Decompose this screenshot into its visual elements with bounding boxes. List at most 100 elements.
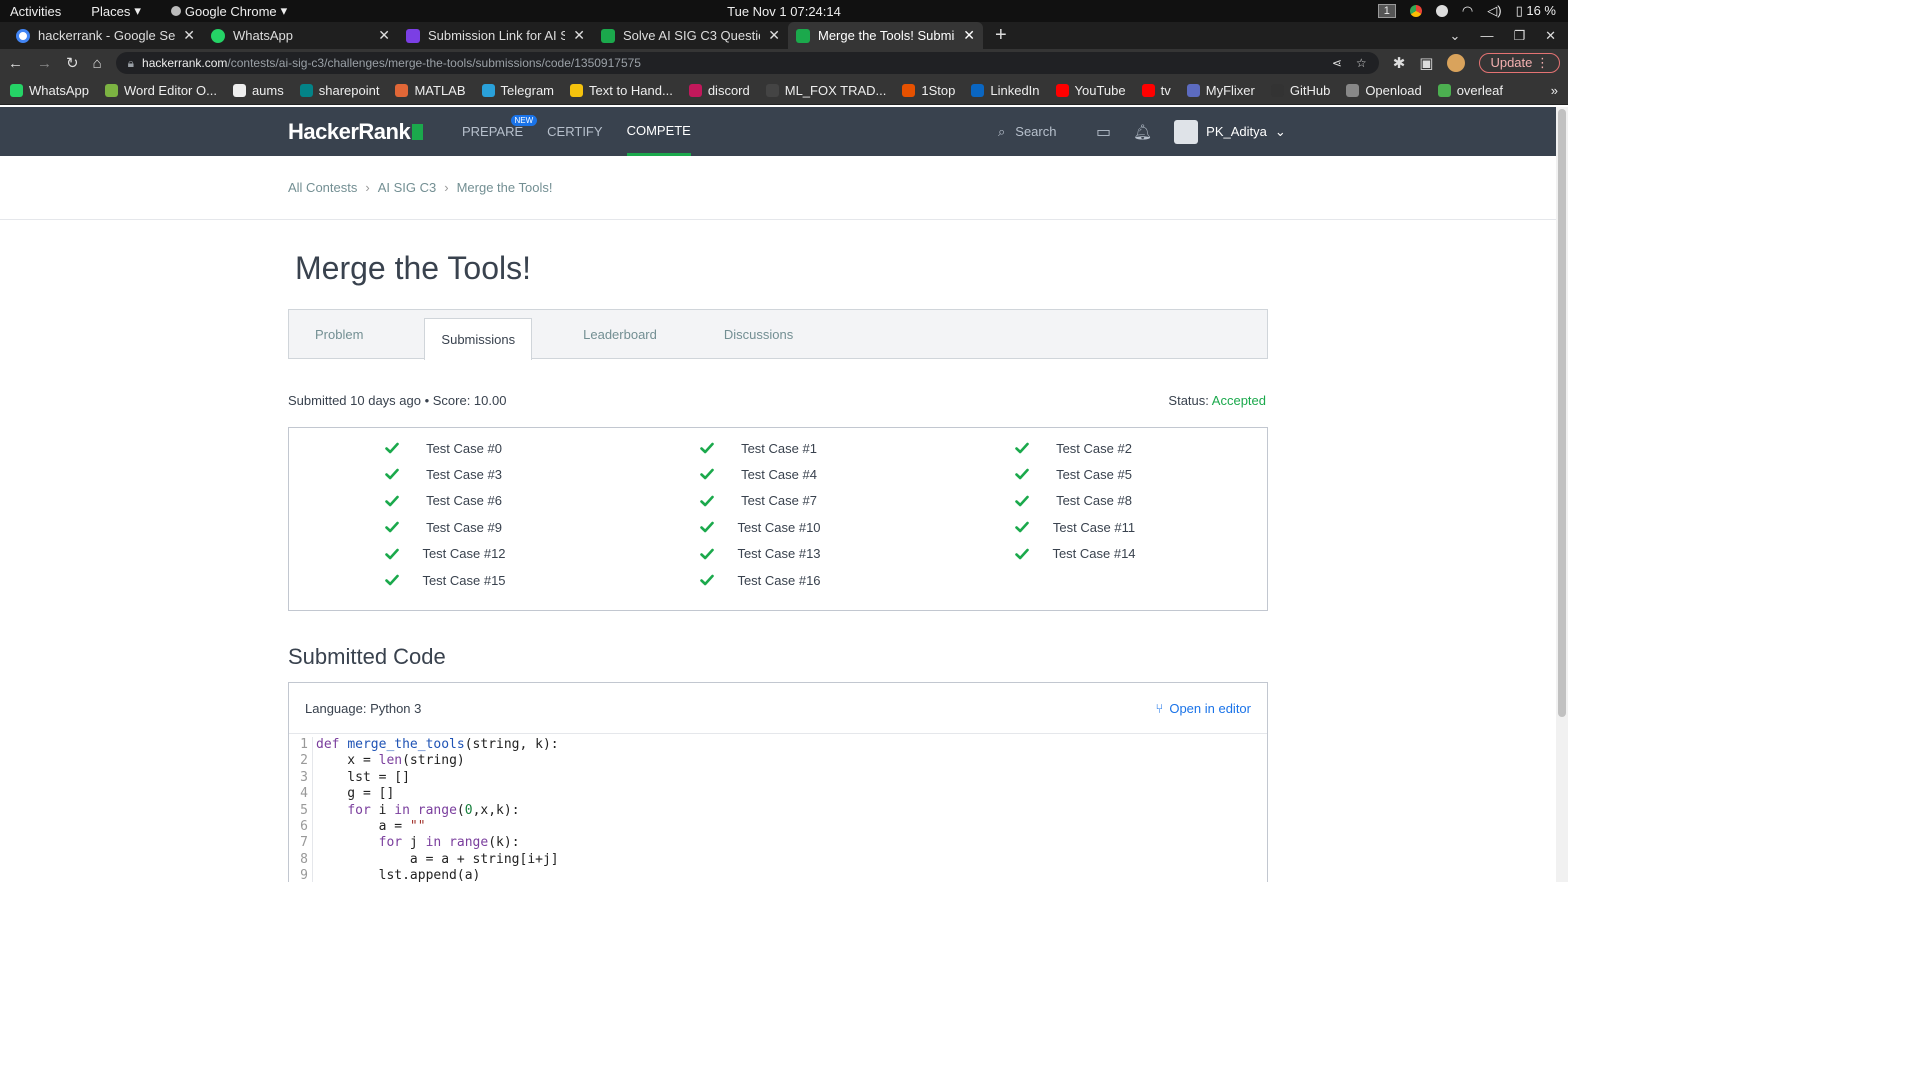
check-icon — [1015, 495, 1029, 507]
search-icon: ⌕ — [998, 123, 1006, 139]
tab-leaderboard[interactable]: Leaderboard — [567, 310, 673, 359]
close-icon[interactable]: ✕ — [768, 27, 780, 44]
bookmark-favicon-icon — [481, 84, 495, 97]
code-text: a = "" — [316, 819, 426, 835]
breadcrumb-challenge[interactable]: Merge the Tools! — [457, 180, 553, 195]
user-menu[interactable]: PK_Aditya ⌄ — [1174, 119, 1286, 144]
close-icon[interactable]: ✕ — [573, 27, 585, 44]
bookmark-favicon-icon — [1055, 84, 1069, 97]
code-line: 9 lst.append(a) — [289, 868, 1267, 882]
settings-tray-icon[interactable] — [1435, 5, 1448, 17]
bookmark-item[interactable]: Openload — [1346, 83, 1422, 98]
bookmark-item[interactable]: Telegram — [481, 83, 554, 98]
close-icon[interactable]: ✕ — [963, 27, 975, 44]
battery-status[interactable]: ▯ 16 % — [1516, 3, 1556, 19]
reload-icon[interactable]: ↻ — [66, 54, 79, 72]
chrome-icon — [170, 6, 181, 16]
places-menu[interactable]: Places ▾ — [91, 3, 141, 19]
bookmark-item[interactable]: Text to Hand... — [570, 83, 673, 98]
update-button[interactable]: Update ⋮ — [1479, 53, 1560, 73]
url-bar[interactable]: 🔒︎ hackerrank.com/contests/ai-sig-c3/cha… — [115, 52, 1379, 74]
code-viewer[interactable]: 1 def merge_the_tools(string, k): 2 x = le… — [289, 734, 1267, 882]
profile-avatar[interactable] — [1447, 54, 1466, 72]
bookmark-item[interactable]: Word Editor O... — [104, 83, 217, 98]
hackerrank-logo[interactable]: HackerRank — [288, 119, 424, 145]
extensions-icon[interactable]: ✱ — [1393, 54, 1406, 72]
side-panel-icon[interactable]: ▣ — [1419, 54, 1433, 72]
bookmark-item[interactable]: ML_FOX TRAD... — [765, 83, 886, 98]
bookmark-item[interactable]: YouTube — [1055, 83, 1126, 98]
bookmark-item[interactable]: discord — [688, 83, 750, 98]
code-text: lst = [] — [316, 769, 410, 785]
bookmark-item[interactable]: overleaf — [1437, 83, 1503, 98]
bookmark-favicon-icon — [1186, 84, 1200, 97]
bookmark-favicon-icon — [1141, 84, 1155, 97]
open-in-editor-link[interactable]: ⑂ Open in editor — [1156, 701, 1251, 716]
app-menu[interactable]: Google Chrome ▾ — [170, 3, 287, 19]
nav-compete[interactable]: COMPETE — [626, 107, 691, 156]
share-icon[interactable]: ⋖ — [1332, 56, 1342, 70]
browser-tab[interactable]: Submission Link for AI SIG ✕ — [398, 22, 593, 49]
code-line: 6 a = "" — [289, 819, 1267, 836]
browser-tab-active[interactable]: Merge the Tools! Submissions ✕ — [788, 22, 983, 49]
bookmark-label: WhatsApp — [29, 83, 89, 98]
minimize-icon[interactable]: — — [1480, 28, 1493, 43]
bookmark-favicon-icon — [1437, 84, 1451, 97]
chrome-tray-icon[interactable] — [1409, 5, 1422, 17]
browser-tab[interactable]: WhatsApp ✕ — [203, 22, 398, 49]
test-case-item: Test Case #15 — [385, 573, 506, 588]
bookmark-item[interactable]: GitHub — [1270, 83, 1330, 98]
tab-submissions[interactable]: Submissions — [424, 318, 533, 360]
submission-status: Status: Accepted — [1168, 393, 1266, 408]
app-menu-label: Google Chrome — [184, 3, 277, 19]
back-icon[interactable]: ← — [8, 55, 23, 72]
tab-problem[interactable]: Problem — [315, 310, 379, 359]
tab-discussions[interactable]: Discussions — [708, 310, 809, 359]
code-panel: Language: Python 3 ⑂ Open in editor 1 def … — [288, 682, 1268, 882]
bookmark-item[interactable]: 1Stop — [902, 83, 955, 98]
wifi-icon[interactable]: ◠ — [1462, 3, 1473, 19]
volume-icon[interactable]: ◁) — [1487, 3, 1501, 19]
browser-tab[interactable]: hackerrank - Google Search ✕ — [8, 22, 203, 49]
bookmark-item[interactable]: sharepoint — [299, 83, 379, 98]
code-text: lst.append(a) — [316, 868, 481, 882]
new-tab-button[interactable]: + — [983, 22, 1019, 49]
notifications-bell-icon[interactable]: 🔔︎ — [1133, 123, 1152, 141]
nav-prepare[interactable]: PREPARE NEW — [462, 107, 538, 156]
bookmark-item[interactable]: WhatsApp — [10, 83, 89, 98]
close-window-icon[interactable]: ✕ — [1545, 28, 1556, 44]
bookmark-item[interactable]: tv — [1141, 83, 1171, 98]
nav-certify[interactable]: CERTIFY — [547, 107, 602, 156]
bookmark-star-icon[interactable]: ☆ — [1356, 56, 1367, 70]
home-icon[interactable]: ⌂ — [93, 55, 102, 72]
activities-button[interactable]: Activities — [10, 4, 61, 19]
breadcrumb-contest[interactable]: AI SIG C3 — [378, 180, 437, 195]
bookmark-favicon-icon — [299, 84, 313, 97]
check-icon — [1015, 521, 1029, 533]
bookmark-label: MyFlixer — [1205, 83, 1255, 98]
tab-search-icon[interactable]: ⌄ — [1450, 28, 1461, 44]
code-text: x = len(string) — [316, 753, 465, 769]
close-icon[interactable]: ✕ — [378, 27, 390, 44]
restore-icon[interactable]: ❐ — [1513, 28, 1525, 44]
more-bookmarks-icon[interactable]: » — [1551, 83, 1558, 98]
bookmark-item[interactable]: LinkedIn — [971, 83, 1040, 98]
browser-tab[interactable]: Solve AI SIG C3 Questions ✕ — [593, 22, 788, 49]
scrollbar-thumb[interactable] — [1558, 109, 1566, 717]
bookmark-item[interactable]: MATLAB — [395, 83, 466, 98]
forward-icon[interactable]: → — [37, 55, 52, 72]
bookmark-item[interactable]: MyFlixer — [1186, 83, 1255, 98]
lock-icon[interactable]: 🔒︎ — [128, 56, 134, 71]
code-text: g = [] — [316, 786, 395, 802]
messages-icon[interactable]: ▭ — [1096, 122, 1111, 142]
breadcrumb-all-contests[interactable]: All Contests — [288, 180, 357, 195]
url-host: hackerrank.com — [142, 56, 228, 70]
close-icon[interactable]: ✕ — [183, 27, 195, 44]
bookmark-item[interactable]: aums — [232, 83, 284, 98]
status-label: Status: — [1168, 393, 1209, 408]
search-input[interactable]: ⌕ Search — [998, 124, 1074, 140]
page-scrollbar[interactable] — [1556, 107, 1568, 882]
check-icon — [1015, 442, 1029, 454]
clock[interactable]: Tue Nov 1 07:24:14 — [727, 4, 841, 19]
workspace-indicator[interactable]: 1 — [1377, 4, 1396, 18]
